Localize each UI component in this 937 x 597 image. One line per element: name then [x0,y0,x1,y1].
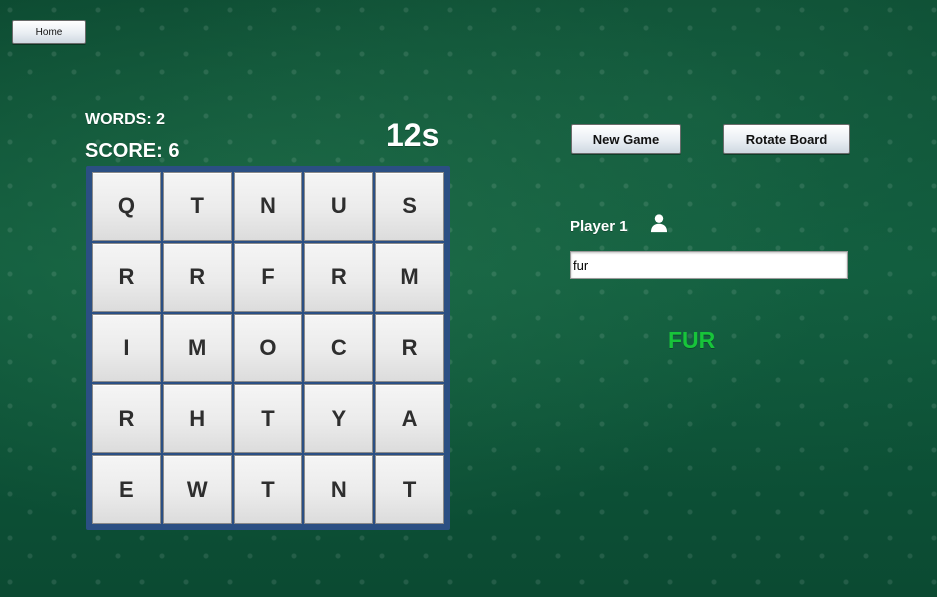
board-tile[interactable]: R [162,242,232,312]
board-tile[interactable]: H [162,384,232,454]
board-tile[interactable]: T [233,455,303,524]
user-icon [650,214,668,233]
board-tile[interactable]: U [304,172,374,241]
board-tile[interactable]: T [233,384,303,454]
board-tile[interactable]: R [92,384,161,454]
timer: 12s [386,117,440,153]
board-tile[interactable]: F [233,242,303,312]
board-tile[interactable]: N [304,455,374,524]
home-button[interactable]: Home [12,20,86,44]
board-tile[interactable]: A [375,384,444,454]
board-tile[interactable]: Q [92,172,161,241]
board-tile[interactable]: I [92,313,161,383]
board-tile[interactable]: M [162,313,232,383]
board-tile[interactable]: W [162,455,232,524]
board-tile[interactable]: E [92,455,161,524]
new-game-button[interactable]: New Game [571,124,681,154]
board-tile[interactable]: R [304,242,374,312]
board-tile[interactable]: O [233,313,303,383]
game-board: Q T N U S R R F R M I M O C R R H T Y A … [86,166,450,530]
word-input[interactable] [570,251,848,279]
score-value: SCORE: 6 [85,140,180,162]
board-tile[interactable]: C [304,313,374,383]
board-tile[interactable]: T [162,172,232,241]
board-tile[interactable]: T [375,455,444,524]
board-tile[interactable]: S [375,172,444,241]
board-tile[interactable]: N [233,172,303,241]
player-label: Player 1 [570,218,628,235]
board-tile[interactable]: Y [304,384,374,454]
rotate-board-button[interactable]: Rotate Board [723,124,850,154]
board-tile[interactable]: M [375,242,444,312]
words-count: WORDS: 2 [85,111,165,128]
board-tile[interactable]: R [375,313,444,383]
found-word: FUR [668,327,716,353]
board-tile[interactable]: R [92,242,161,312]
